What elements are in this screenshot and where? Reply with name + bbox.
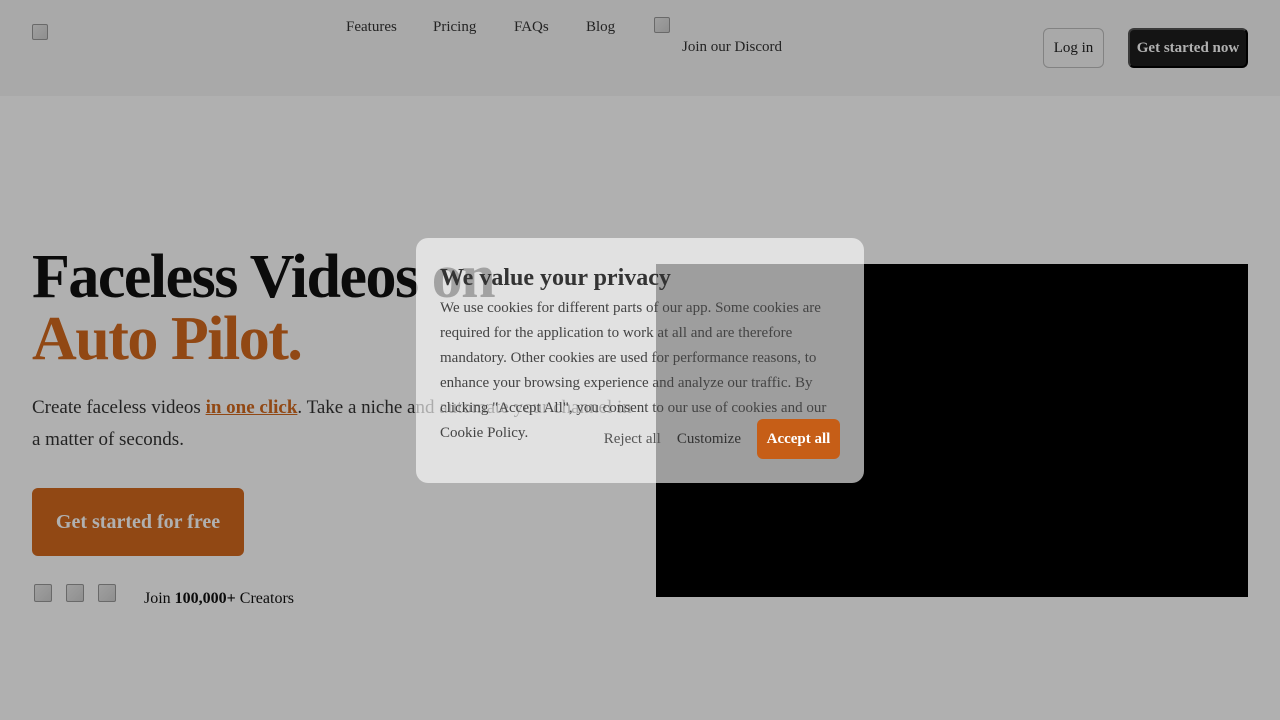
cookie-consent-dialog: We value your privacy We use cookies for… xyxy=(416,238,864,483)
cookie-dialog-actions: Reject all Customize Accept all xyxy=(604,419,840,459)
accept-all-button[interactable]: Accept all xyxy=(757,419,840,459)
reject-all-button[interactable]: Reject all xyxy=(604,431,661,448)
cookie-dialog-title: We value your privacy xyxy=(440,265,671,291)
customize-button[interactable]: Customize xyxy=(677,431,741,448)
